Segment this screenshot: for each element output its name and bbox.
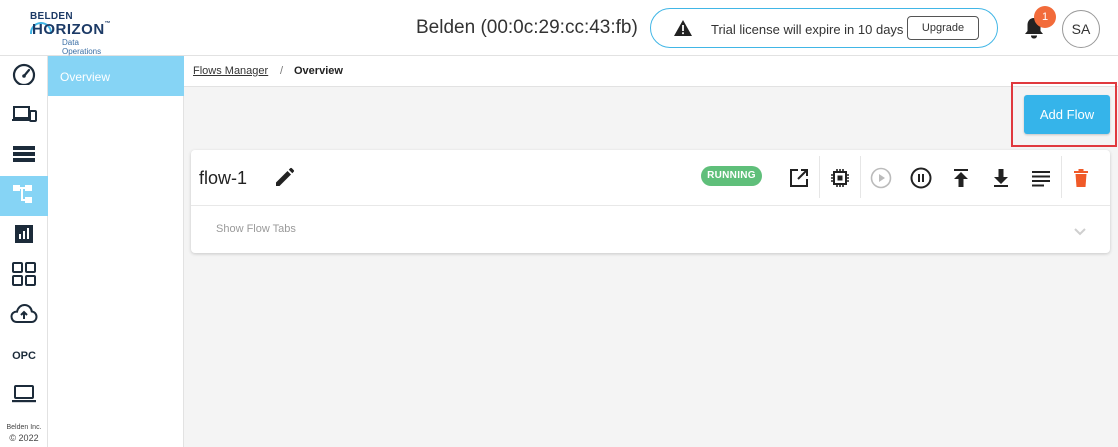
action-divider bbox=[860, 156, 861, 198]
rail-item-apps[interactable] bbox=[0, 256, 48, 296]
top-header: BELDEN HORIZON™ Data Operations Belden (… bbox=[0, 0, 1118, 56]
opc-label: OPC bbox=[12, 350, 36, 362]
rail-item-dashboard[interactable] bbox=[0, 56, 48, 96]
upgrade-button[interactable]: Upgrade bbox=[907, 16, 979, 40]
delete-icon[interactable] bbox=[1068, 165, 1094, 191]
secondary-sidebar: Overview bbox=[48, 56, 184, 447]
chevron-down-icon[interactable] bbox=[1073, 224, 1087, 242]
download-icon[interactable] bbox=[988, 165, 1014, 191]
logo-line3: Data Operations bbox=[62, 38, 102, 56]
logo-line2: HORIZON™ bbox=[32, 21, 112, 38]
rail-item-storage[interactable] bbox=[0, 136, 48, 176]
company-name: Belden Inc. bbox=[6, 424, 42, 431]
subnav-item-overview[interactable]: Overview bbox=[48, 56, 184, 96]
breadcrumb-current: Overview bbox=[294, 65, 343, 77]
breadcrumb-link-flows-manager[interactable]: Flows Manager bbox=[193, 65, 268, 77]
license-banner: Trial license will expire in 10 days Upg… bbox=[650, 8, 998, 48]
rail-item-analytics[interactable] bbox=[0, 216, 48, 256]
show-flow-tabs-toggle[interactable]: Show Flow Tabs bbox=[216, 223, 296, 235]
flow-name: flow-1 bbox=[199, 168, 248, 188]
rail-footer: Belden Inc. © 2022 bbox=[0, 422, 48, 444]
apps-grid-icon bbox=[11, 261, 37, 292]
play-icon[interactable] bbox=[868, 165, 894, 191]
flow-card: flow-1 RUNNING Show Flow Tabs bbox=[191, 150, 1110, 253]
flows-hierarchy-icon bbox=[12, 183, 36, 210]
device-title: Belden (00:0c:29:cc:43:fb) bbox=[416, 17, 638, 38]
breadcrumb-separator: / bbox=[280, 65, 284, 77]
rail-item-laptop[interactable] bbox=[0, 376, 48, 416]
devices-icon bbox=[11, 104, 37, 129]
upload-icon[interactable] bbox=[948, 165, 974, 191]
dashboard-gauge-icon bbox=[11, 63, 37, 90]
laptop-icon bbox=[11, 384, 37, 409]
breadcrumb: Flows Manager / Overview bbox=[184, 56, 1118, 87]
license-text: Trial license will expire in 10 days bbox=[711, 22, 904, 37]
rail-item-cloud[interactable] bbox=[0, 296, 48, 336]
pause-icon[interactable] bbox=[908, 165, 934, 191]
action-divider bbox=[1061, 156, 1062, 198]
analytics-icon bbox=[14, 224, 34, 249]
add-flow-button[interactable]: Add Flow bbox=[1024, 95, 1110, 134]
cloud-upload-icon bbox=[10, 303, 38, 330]
rail-item-opc[interactable]: OPC bbox=[0, 336, 48, 376]
copyright-year: © 2022 bbox=[9, 433, 39, 443]
chip-icon[interactable] bbox=[827, 165, 853, 191]
belden-horizon-logo[interactable]: BELDEN HORIZON™ Data Operations bbox=[30, 9, 120, 56]
edit-pencil-icon[interactable] bbox=[273, 167, 295, 194]
list-storage-icon bbox=[12, 145, 36, 168]
rail-item-flows[interactable] bbox=[0, 176, 48, 216]
status-badge: RUNNING bbox=[701, 166, 762, 186]
notification-count-badge: 1 bbox=[1034, 6, 1056, 28]
logs-icon[interactable] bbox=[1028, 165, 1054, 191]
left-rail: OPC Belden Inc. © 2022 bbox=[0, 56, 48, 447]
action-divider bbox=[819, 156, 820, 198]
flow-card-header: flow-1 RUNNING bbox=[191, 150, 1110, 206]
open-external-icon[interactable] bbox=[786, 165, 812, 191]
user-avatar[interactable]: SA bbox=[1062, 10, 1100, 48]
warning-icon bbox=[673, 19, 693, 42]
rail-item-devices[interactable] bbox=[0, 96, 48, 136]
